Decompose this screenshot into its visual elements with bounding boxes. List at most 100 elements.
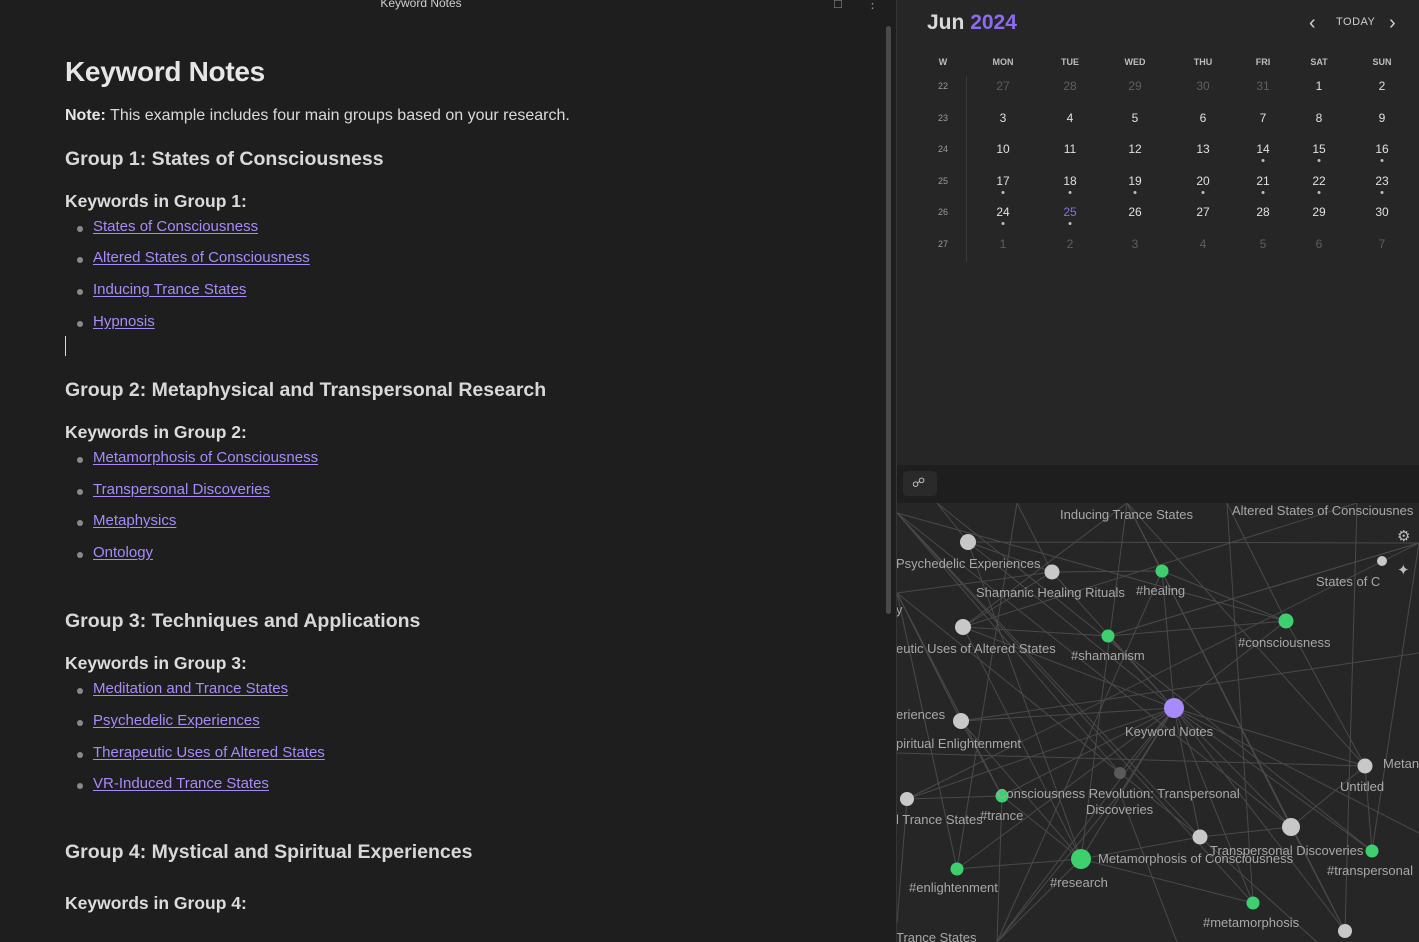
keyword-link[interactable]: Transpersonal Discoveries [93,481,270,498]
graph-node-psychedelic[interactable] [960,534,976,550]
calendar-day[interactable]: 6 [1316,237,1323,251]
graph-view-tab[interactable]: ☍ [903,471,937,496]
graph-node-keyword[interactable] [1164,698,1184,718]
calendar-day[interactable]: 2 [1379,79,1386,93]
keywords-label: Keywords in Group 4: [65,893,247,913]
calendar-day[interactable]: 1 [1000,237,1007,251]
calendar-day[interactable]: 31 [1256,79,1269,93]
calendar-day[interactable]: 26 [1128,205,1141,219]
graph-node-healing[interactable] [1155,564,1169,578]
group-heading: Group 3: Techniques and Applications [65,610,421,632]
calendar-day[interactable]: 6 [1200,111,1207,125]
graph-node-spiritual[interactable] [953,713,969,729]
calendar-day[interactable]: 4 [1067,111,1074,125]
calendar-day[interactable]: 3 [1000,111,1007,125]
graph-node-metamorphosis[interactable] [1192,829,1208,845]
day-header: SAT [1310,57,1328,67]
graph-node-unresolved[interactable] [1114,767,1126,779]
calendar-day[interactable]: 10 [996,142,1009,156]
calendar-day[interactable]: 21 [1256,174,1269,188]
week-number[interactable]: 25 [938,176,948,186]
calendar-day[interactable]: 29 [1312,205,1325,219]
calendar-day[interactable]: 12 [1128,142,1141,156]
graph-node-label: Discoveries [1086,802,1154,817]
calendar-day[interactable]: 7 [1260,111,1267,125]
week-number[interactable]: 27 [938,239,948,249]
keyword-link[interactable]: States of Consciousness [93,218,258,235]
calendar-day[interactable]: 22 [1312,174,1325,188]
keyword-link[interactable]: VR-Induced Trance States [93,775,269,792]
keyword-link[interactable]: Ontology [93,544,153,561]
graph-canvas[interactable]: Psychedelic Experiences Shamanic Healing … [897,503,1419,942]
week-number[interactable]: 22 [938,81,948,91]
calendar-day[interactable]: 5 [1132,111,1139,125]
calendar-day[interactable]: 20 [1196,174,1209,188]
calendar-day[interactable]: 23 [1375,174,1388,188]
calendar-day[interactable]: 11 [1064,142,1076,156]
calendar-day[interactable]: 4 [1200,237,1207,251]
chevron-right-icon[interactable]: › [1389,12,1396,35]
keyword-link[interactable]: Therapeutic Uses of Altered States [93,744,325,761]
week-number[interactable]: 23 [938,113,948,123]
note-indicator-dot [1068,191,1072,194]
graph-node-shamanism[interactable] [1101,629,1115,643]
graph-node-label: eriences [897,707,946,722]
graph-view[interactable]: Psychedelic Experiences Shamanic Healing … [897,503,1419,942]
chevron-left-icon[interactable]: ‹ [1309,12,1316,35]
calendar-month: Jun [927,11,965,34]
calendar-day[interactable]: 24 [996,205,1009,219]
calendar-day[interactable]: 9 [1379,111,1386,125]
graph-node-enlightenment[interactable] [950,862,964,876]
keyword-link[interactable]: Psychedelic Experiences [93,712,260,729]
calendar-day[interactable]: 27 [1196,205,1209,219]
calendar-day[interactable]: 2 [1067,237,1074,251]
calendar-day[interactable]: 5 [1260,237,1267,251]
calendar-day[interactable]: 1 [1316,79,1323,93]
keyword-link[interactable]: Inducing Trance States [93,281,246,298]
calendar-day[interactable]: 28 [1256,205,1269,219]
graph-edge [1119,707,1175,774]
graph-node-transpersonal_disc[interactable] [1282,818,1300,836]
graph-node-label: Untitled [1340,779,1384,794]
week-number[interactable]: 26 [938,207,948,217]
graph-node-consciousness_tag[interactable] [1278,613,1294,629]
calendar-day[interactable]: 17 [996,174,1009,188]
week-number[interactable]: 24 [938,144,948,154]
keyword-link[interactable]: Metamorphosis of Consciousness [93,449,318,466]
calendar-day[interactable]: 29 [1128,79,1141,93]
graph-node-therapeutic[interactable] [955,619,971,635]
calendar-day[interactable]: 30 [1196,79,1209,93]
graph-node-research[interactable] [1071,849,1091,869]
keyword-link[interactable]: Hypnosis [93,313,155,330]
calendar-day[interactable]: 30 [1375,205,1388,219]
calendar-day[interactable]: 13 [1196,142,1209,156]
calendar-day[interactable]: 16 [1375,142,1388,156]
today-button[interactable]: TODAY [1336,16,1375,28]
editor-scrollbar[interactable] [886,26,891,614]
magic-wand-icon[interactable]: ✦ [1397,561,1410,579]
calendar-day[interactable]: 27 [996,79,1009,93]
keyword-link[interactable]: Altered States of Consciousness [93,249,310,266]
graph-node-trance_states[interactable] [900,792,914,806]
graph-node-transpersonal_tag[interactable] [1365,844,1379,858]
graph-node-metamorphosis_tag[interactable] [1246,896,1260,910]
calendar-day[interactable]: 7 [1379,237,1386,251]
graph-node-untitled[interactable] [1357,758,1373,774]
graph-node-bottom[interactable] [1338,924,1352,938]
graph-node-shamanic[interactable] [1044,564,1060,580]
calendar-day[interactable]: 19 [1128,174,1141,188]
keyword-link[interactable]: Meditation and Trance States [93,680,288,697]
calendar-day[interactable]: 15 [1312,142,1325,156]
calendar-day[interactable]: 14 [1256,142,1269,156]
gear-icon[interactable]: ⚙ [1397,527,1410,545]
calendar-day[interactable]: 28 [1063,79,1076,93]
keyword-link[interactable]: Metaphysics [93,512,176,529]
calendar-day[interactable]: 3 [1132,237,1139,251]
graph-node[interactable] [1377,556,1387,566]
graph-node-label: piritual Enlightenment [897,736,1021,751]
calendar-day[interactable]: 18 [1063,174,1076,188]
calendar-day-today[interactable]: 25 [1063,205,1076,219]
more-options-icon[interactable]: ⋮ [866,0,879,12]
calendar-day[interactable]: 8 [1316,111,1323,125]
reading-view-icon[interactable]: □ [834,0,842,11]
